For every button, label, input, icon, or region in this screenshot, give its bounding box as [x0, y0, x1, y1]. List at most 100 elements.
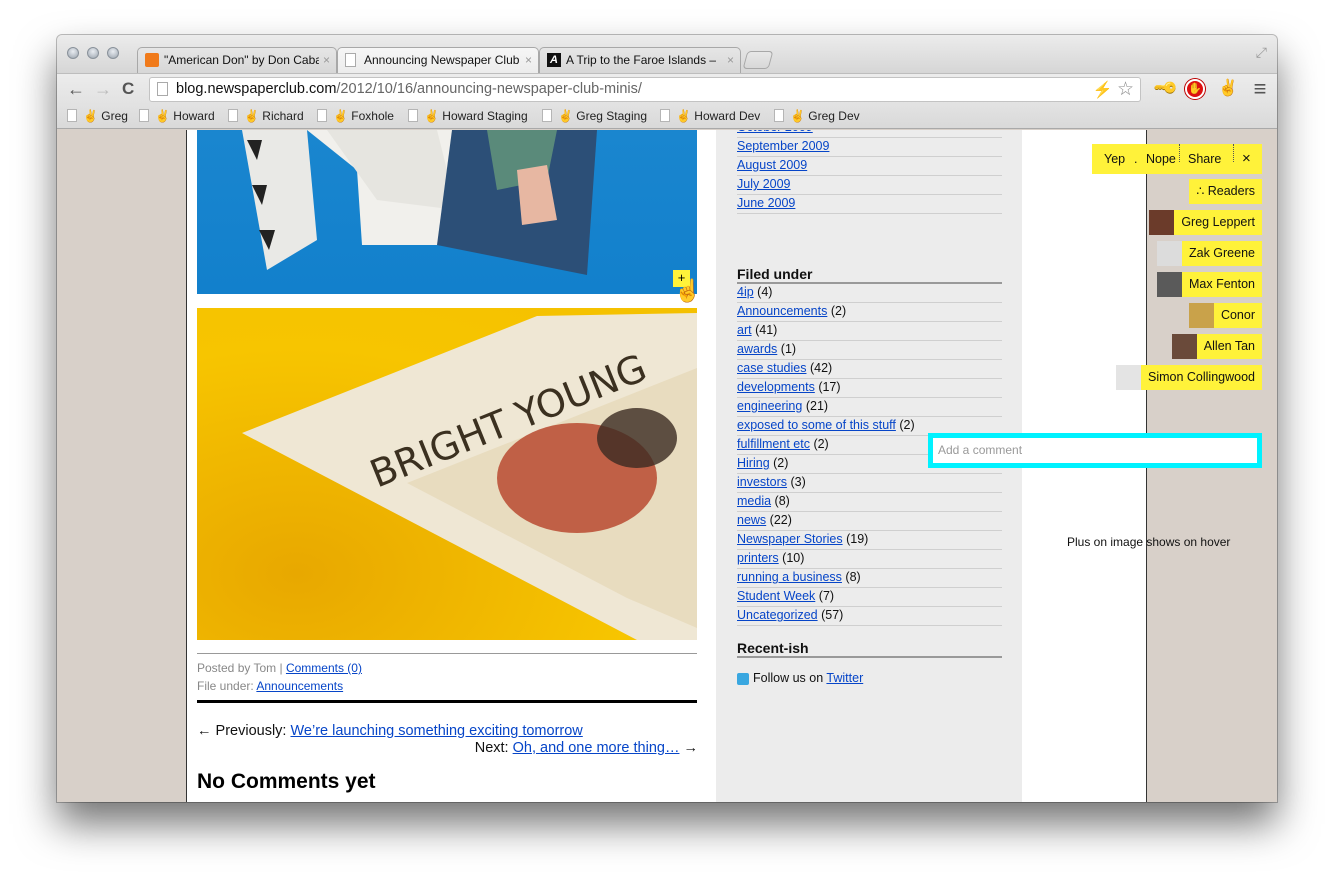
- category-count: (57): [821, 608, 844, 622]
- archive-item: October 2009: [737, 130, 1002, 138]
- category-item: running a business (8): [737, 569, 1002, 588]
- page-icon: [542, 109, 552, 122]
- category-item: developments (17): [737, 379, 1002, 398]
- close-tab-icon[interactable]: ×: [525, 48, 532, 72]
- reader-name: Zak Greene: [1181, 241, 1262, 266]
- bookmarks-bar: ✌ Greg ✌ Howard ✌ Richard ✌ Foxhole ✌ Ho…: [57, 105, 1277, 129]
- bookmark-star-icon[interactable]: ☆: [1117, 79, 1134, 100]
- category-link[interactable]: exposed to some of this stuff: [737, 418, 896, 432]
- category-link[interactable]: Newspaper Stories: [737, 532, 843, 546]
- category-link[interactable]: case studies: [737, 361, 806, 375]
- category-count: (2): [899, 418, 915, 432]
- category-item: Announcements (2): [737, 303, 1002, 322]
- readers-button[interactable]: ∴ Readers: [1189, 179, 1262, 204]
- close-tab-icon[interactable]: ×: [323, 48, 330, 72]
- close-widget-button[interactable]: ×: [1242, 144, 1251, 174]
- category-link[interactable]: running a business: [737, 570, 842, 584]
- category-count: (8): [845, 570, 861, 584]
- category-announcements-link[interactable]: Announcements: [256, 679, 343, 693]
- minimize-window-button[interactable]: [87, 47, 99, 59]
- reload-button[interactable]: C: [122, 78, 134, 100]
- avatar: [1188, 303, 1214, 328]
- category-link[interactable]: Uncategorized: [737, 608, 818, 622]
- reader-item[interactable]: Conor: [1188, 303, 1262, 328]
- category-item: news (22): [737, 512, 1002, 531]
- category-link[interactable]: printers: [737, 551, 779, 565]
- category-count: (17): [818, 380, 841, 394]
- share-button[interactable]: Share: [1188, 144, 1221, 174]
- bookmark-greg[interactable]: ✌ Greg: [67, 108, 128, 124]
- archive-list: October 2009 September 2009 August 2009 …: [737, 130, 1002, 214]
- peace-extension-icon[interactable]: ✌: [1217, 78, 1239, 100]
- category-link[interactable]: 4ip: [737, 285, 754, 299]
- category-link[interactable]: awards: [737, 342, 777, 356]
- post-image-newspapers-blue[interactable]: [197, 130, 697, 294]
- reader-name: Allen Tan: [1196, 334, 1262, 359]
- forward-button[interactable]: →: [94, 78, 112, 100]
- avatar: [1156, 272, 1182, 297]
- category-link[interactable]: Announcements: [737, 304, 827, 318]
- previous-post: ← Previously: We’re launching something …: [197, 723, 583, 739]
- hand-cursor-icon: ☝: [674, 278, 702, 303]
- reader-item[interactable]: Max Fenton: [1156, 272, 1262, 297]
- bookmark-foxhole[interactable]: ✌ Foxhole: [317, 108, 394, 124]
- reader-name: Conor: [1213, 303, 1262, 328]
- menu-icon[interactable]: ≡: [1249, 78, 1271, 100]
- page-viewport[interactable]: + ☝ BRIGHT YOUNG Posted by Tom | Comment…: [57, 130, 1277, 802]
- zoom-window-button[interactable]: [107, 47, 119, 59]
- back-button[interactable]: ←: [67, 78, 85, 100]
- next-post-link[interactable]: Oh, and one more thing…: [513, 740, 680, 756]
- stop-extension-icon[interactable]: ✋: [1185, 79, 1205, 99]
- tab-american-don[interactable]: "American Don" by Don Caba ×: [137, 47, 337, 73]
- comment-input[interactable]: Add a comment: [928, 433, 1262, 468]
- reader-item[interactable]: Zak Greene: [1156, 241, 1262, 266]
- tab-faroe-islands[interactable]: A A Trip to the Faroe Islands – ×: [539, 47, 741, 73]
- previous-post-link[interactable]: We’re launching something exciting tomor…: [290, 723, 582, 739]
- bookmark-howard-dev[interactable]: ✌ Howard Dev: [660, 108, 760, 124]
- yep-button[interactable]: Yep: [1104, 144, 1125, 174]
- category-link[interactable]: engineering: [737, 399, 802, 413]
- category-link[interactable]: media: [737, 494, 771, 508]
- filed-under-heading: Filed under: [737, 266, 1002, 284]
- bookmark-howard[interactable]: ✌ Howard: [139, 108, 215, 124]
- category-link[interactable]: developments: [737, 380, 815, 394]
- category-link[interactable]: Hiring: [737, 456, 770, 470]
- page-icon: [660, 109, 670, 122]
- annotation-note: Plus on image shows on hover: [1067, 535, 1231, 549]
- next-post: Next: Oh, and one more thing… →: [474, 740, 698, 756]
- category-link[interactable]: Student Week: [737, 589, 815, 603]
- reader-name: Simon Collingwood: [1140, 365, 1262, 390]
- new-tab-button[interactable]: [742, 51, 774, 69]
- close-window-button[interactable]: [67, 47, 79, 59]
- category-item: Uncategorized (57): [737, 607, 1002, 626]
- bookmark-richard[interactable]: ✌ Richard: [228, 108, 304, 124]
- archive-item: September 2009: [737, 138, 1002, 157]
- comments-link[interactable]: Comments (0): [286, 661, 362, 675]
- reader-item[interactable]: Allen Tan: [1171, 334, 1262, 359]
- tab-announcing-newspaper-club[interactable]: Announcing Newspaper Club ×: [337, 47, 539, 73]
- reader-item[interactable]: Simon Collingwood: [1115, 365, 1262, 390]
- reader-item[interactable]: Greg Leppert: [1149, 210, 1262, 235]
- wrench-icon[interactable]: 🔑: [1149, 73, 1180, 104]
- bookmark-howard-staging[interactable]: ✌ Howard Staging: [408, 108, 528, 124]
- archive-item: August 2009: [737, 157, 1002, 176]
- newspapers-illustration: [242, 130, 597, 275]
- category-item: media (8): [737, 493, 1002, 512]
- category-link[interactable]: fulfillment etc: [737, 437, 810, 451]
- bookmark-greg-staging[interactable]: ✌ Greg Staging: [542, 108, 647, 124]
- twitter-link[interactable]: Twitter: [826, 671, 863, 685]
- post-image-bright-young[interactable]: BRIGHT YOUNG: [197, 308, 697, 640]
- bookmark-greg-dev[interactable]: ✌ Greg Dev: [774, 108, 860, 124]
- category-count: (2): [830, 304, 847, 318]
- category-link[interactable]: art: [737, 323, 752, 337]
- category-link[interactable]: investors: [737, 475, 787, 489]
- fullscreen-icon[interactable]: ⤢: [1256, 44, 1267, 61]
- nope-button[interactable]: Nope: [1146, 144, 1176, 174]
- category-link[interactable]: news: [737, 513, 766, 527]
- address-bar[interactable]: blog.newspaperclub.com/2012/10/16/announ…: [149, 77, 1141, 102]
- category-count: (8): [774, 494, 790, 508]
- close-tab-icon[interactable]: ×: [727, 48, 734, 72]
- post-filed-under: File under: Announcements: [197, 679, 344, 693]
- category-count: (42): [809, 361, 833, 375]
- category-item: 4ip (4): [737, 284, 1002, 303]
